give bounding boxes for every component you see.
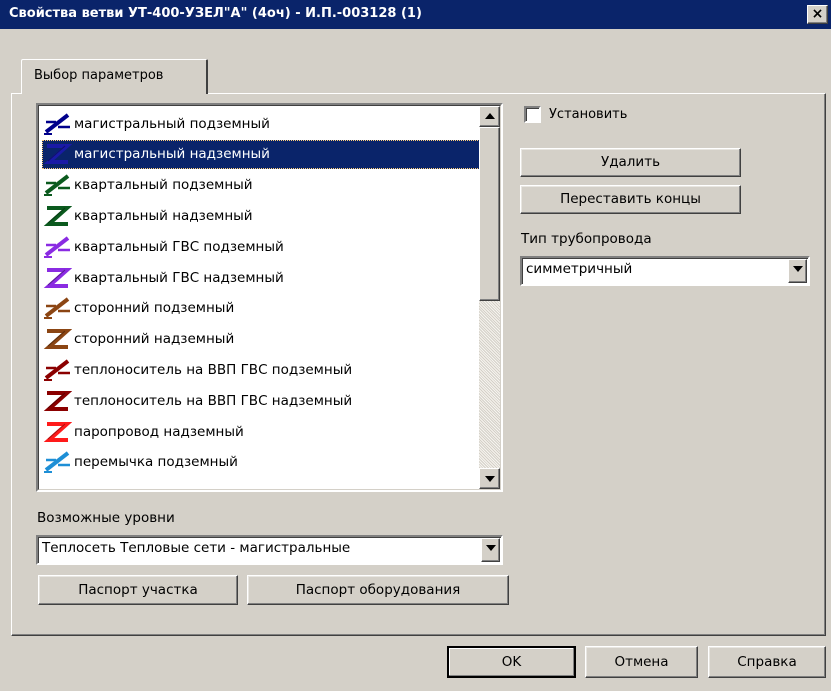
list-item-label: перемычка подземный — [74, 454, 238, 471]
pipe-underground-icon — [44, 112, 70, 135]
section-passport-button[interactable]: Паспорт участка — [38, 575, 238, 605]
set-checkbox-row[interactable]: Установить — [524, 106, 627, 123]
scroll-up-button[interactable] — [479, 106, 500, 127]
list-item[interactable]: перемычка подземный — [42, 448, 480, 477]
pipe-overground-icon — [43, 144, 72, 165]
pipe-type-select[interactable]: симметричный — [520, 256, 810, 286]
list-item-label: теплоноситель на ВВП ГВС надземный — [74, 392, 353, 409]
branch-properties-dialog: Свойства ветви УТ-400-УЗЕЛ"А" (4оч) - И.… — [0, 0, 831, 691]
pipe-type-dropdown-button[interactable] — [788, 259, 807, 283]
chevron-down-icon — [793, 266, 803, 272]
pipe-overground-icon — [43, 267, 72, 288]
list-item[interactable]: сторонний надземный — [42, 325, 480, 354]
chevron-down-icon — [486, 545, 496, 551]
list-item[interactable]: теплоноситель на ВВП ГВС надземный — [42, 386, 480, 415]
pipe-overground-icon — [43, 205, 72, 226]
branch-type-listbox[interactable]: магистральный подземный магистральный над… — [36, 103, 503, 492]
levels-select[interactable]: Теплосеть Тепловые сети - магистральные — [36, 535, 503, 565]
list-item-label: квартальный подземный — [74, 177, 253, 194]
list-item[interactable]: теплоноситель на ВВП ГВС подземный — [42, 355, 480, 384]
list-item-label: магистральный подземный — [74, 115, 270, 132]
list-item-label: квартальный ГВС надземный — [74, 269, 284, 286]
pipe-underground-icon — [44, 174, 70, 197]
list-item-label: квартальный надземный — [74, 207, 253, 224]
pipe-overground-icon — [43, 390, 72, 411]
pipe-type-label: Тип трубопровода — [521, 231, 652, 247]
list-item[interactable]: паропровод надземный — [42, 417, 480, 446]
levels-label: Возможные уровни — [37, 510, 175, 526]
help-button[interactable]: Справка — [708, 646, 826, 678]
list-item[interactable]: квартальный подземный — [42, 171, 480, 200]
pipe-underground-icon — [44, 451, 70, 474]
tab-parameter-selection[interactable]: Выбор параметров — [21, 59, 208, 94]
pipe-underground-icon — [44, 236, 70, 258]
ok-button[interactable]: OK — [447, 646, 576, 678]
list-item[interactable]: квартальный ГВС подземный — [42, 232, 480, 261]
scroll-down-button[interactable] — [479, 468, 500, 489]
list-item[interactable]: квартальный ГВС надземный — [42, 263, 480, 292]
close-button[interactable]: × — [807, 5, 828, 24]
list-item-label: сторонний надземный — [74, 331, 235, 348]
list-item-label: магистральный надземный — [74, 146, 270, 163]
arrow-up-icon — [485, 113, 495, 119]
pipe-underground-icon — [44, 359, 70, 381]
list-item-label: паропровод надземный — [74, 423, 244, 440]
list-item[interactable]: магистральный надземный — [42, 139, 480, 169]
list-item[interactable]: сторонний подземный — [42, 294, 480, 323]
set-checkbox[interactable] — [524, 106, 541, 123]
list-item-label: сторонний подземный — [74, 300, 235, 317]
title-bar[interactable]: Свойства ветви УТ-400-УЗЕЛ"А" (4оч) - И.… — [0, 0, 831, 29]
list-scrollbar[interactable] — [479, 106, 500, 489]
pipe-overground-icon — [43, 421, 72, 442]
pipe-overground-icon — [43, 329, 72, 350]
set-checkbox-label: Установить — [549, 107, 628, 122]
list-item-label: теплоноситель на ВВП ГВС подземный — [74, 361, 353, 378]
delete-button[interactable]: Удалить — [520, 148, 741, 177]
list-item[interactable]: квартальный надземный — [42, 201, 480, 230]
levels-dropdown-button[interactable] — [481, 538, 500, 562]
arrow-down-icon — [485, 476, 495, 482]
window-title: Свойства ветви УТ-400-УЗЕЛ"А" (4оч) - И.… — [9, 6, 422, 21]
pipe-type-value: симметричный — [526, 261, 633, 277]
equipment-passport-button[interactable]: Паспорт оборудования — [247, 575, 509, 605]
list-item[interactable]: магистральный подземный — [42, 109, 480, 138]
swap-ends-button[interactable]: Переставить концы — [520, 185, 741, 214]
pipe-underground-icon — [44, 297, 70, 320]
scroll-thumb[interactable] — [479, 127, 500, 301]
tab-label: Выбор параметров — [34, 68, 164, 83]
list-item-label: квартальный ГВС подземный — [74, 238, 284, 255]
cancel-button[interactable]: Отмена — [585, 646, 698, 678]
levels-value: Теплосеть Тепловые сети - магистральные — [42, 540, 351, 556]
